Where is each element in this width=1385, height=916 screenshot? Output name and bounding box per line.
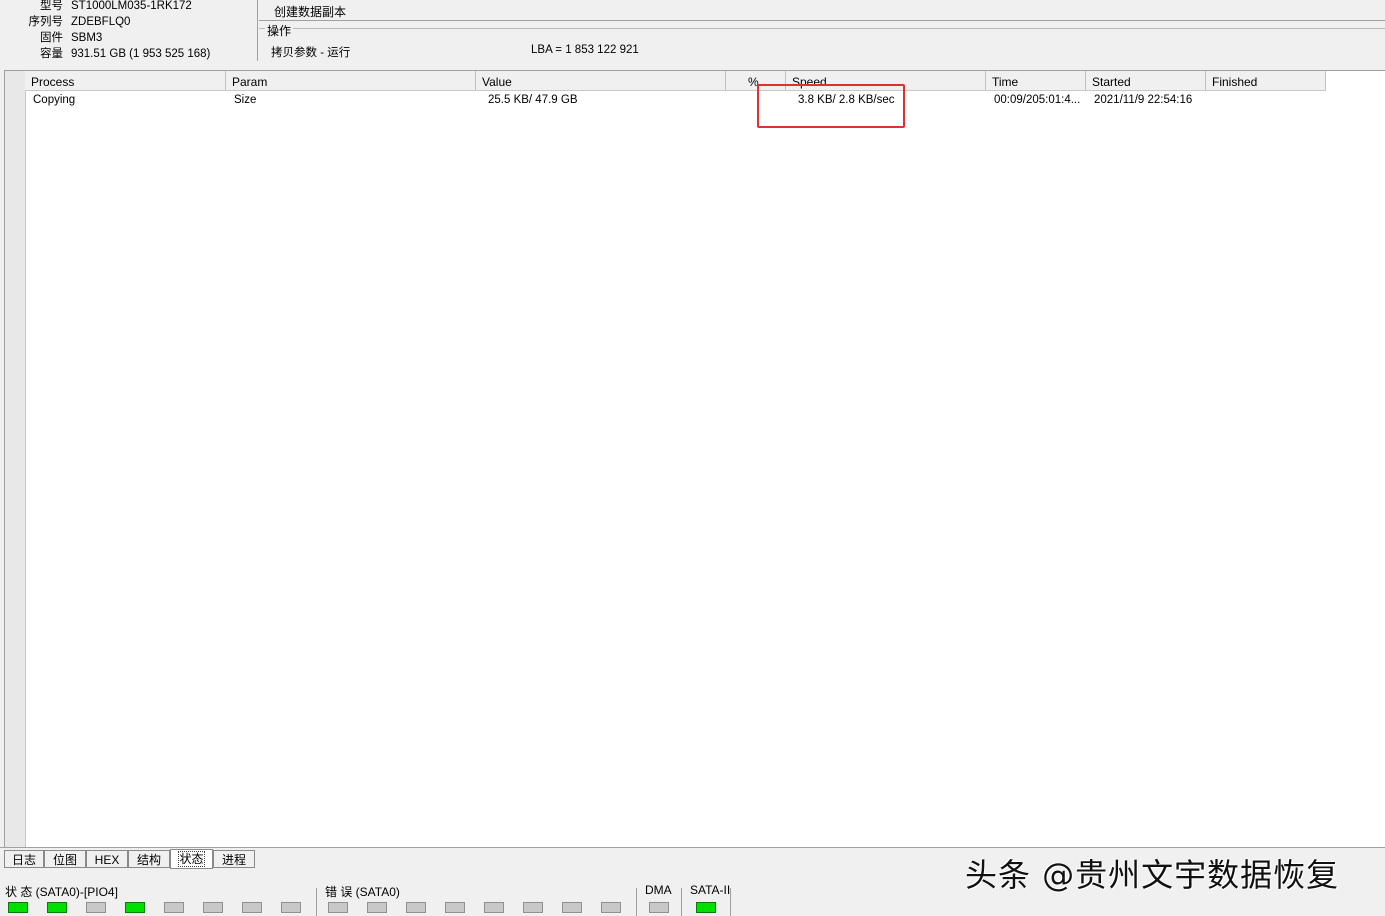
column-header-started[interactable]: Started: [1086, 71, 1206, 90]
group-separator: [730, 888, 731, 916]
table-row[interactable]: Copying Size 25.5 KB/ 47.9 GB 3.8 KB/ 2.…: [25, 91, 1326, 109]
tab-log[interactable]: 日志: [4, 850, 44, 868]
cell-finished: [1206, 91, 1326, 109]
error-led: [406, 902, 426, 913]
info-value: 931.51 GB (1 953 525 168): [71, 48, 211, 60]
operation-group-label: 操作: [265, 22, 294, 39]
lba-readout: LBA = 1 853 122 921: [531, 44, 639, 56]
operation-status: 拷贝参数 - 运行: [271, 47, 351, 59]
info-label: 固件: [40, 32, 63, 44]
speed-highlight-box: [757, 84, 905, 128]
error-led: [562, 902, 582, 913]
info-label: 容量: [40, 48, 63, 60]
tab-process[interactable]: 进程: [213, 850, 255, 868]
dma-led: [649, 902, 669, 913]
info-value: ST1000LM035-1RK172: [71, 0, 192, 12]
process-table[interactable]: Process Param Value % Speed Time Started…: [4, 70, 1385, 847]
operation-title-box: 创建数据副本: [259, 0, 1385, 21]
column-header-param[interactable]: Param: [226, 71, 476, 90]
tab-label: HEX: [94, 853, 120, 867]
column-header-time[interactable]: Time: [986, 71, 1086, 90]
tab-label: 进程: [221, 853, 246, 867]
tab-hex[interactable]: HEX: [86, 850, 128, 868]
column-header-finished[interactable]: Finished: [1206, 71, 1326, 90]
column-header-process[interactable]: Process: [25, 71, 226, 90]
watermark: 头条 @贵州文宇数据恢复: [965, 856, 1340, 894]
tab-structure[interactable]: 结构: [128, 850, 170, 868]
table-header: Process Param Value % Speed Time Started…: [25, 71, 1326, 91]
dma-group-label: DMA: [645, 883, 672, 897]
error-led: [523, 902, 543, 913]
tab-label: 位图: [52, 853, 77, 867]
cell-value: 25.5 KB/ 47.9 GB: [488, 94, 578, 106]
info-value: ZDEBFLQ0: [71, 16, 131, 28]
column-header-value[interactable]: Value: [476, 71, 726, 90]
error-led: [367, 902, 387, 913]
error-group-label: 错 误 (SATA0): [325, 883, 400, 900]
operation-panel: 创建数据副本 操作 拷贝参数 - 运行 LBA = 1 853 122 921: [259, 0, 1385, 61]
info-value: SBM3: [71, 32, 103, 44]
state-led: [125, 902, 145, 913]
tab-label: 日志: [11, 853, 36, 867]
row-gutter: [5, 71, 26, 847]
cell-process: Copying: [33, 94, 76, 106]
info-label: 序列号: [28, 16, 64, 28]
state-led: [281, 902, 301, 913]
group-separator: [636, 888, 637, 916]
error-led: [328, 902, 348, 913]
state-led: [203, 902, 223, 913]
cell-started: 2021/11/9 22:54:16: [1094, 94, 1193, 106]
state-group-label: 状 态 (SATA0)-[PIO4]: [5, 883, 118, 900]
info-row-capacity: 容量 931.51 GB (1 953 525 168): [0, 46, 257, 62]
tab-status[interactable]: 状态: [170, 849, 213, 869]
info-row-serial: 序列号 ZDEBFLQ0: [0, 14, 257, 30]
cell-param: Size: [234, 94, 257, 106]
cell-time: 00:09/205:01:4...: [994, 94, 1081, 106]
info-row-model: 型号 ST1000LM035-1RK172: [0, 0, 257, 14]
tab-label: 结构: [136, 853, 161, 867]
state-led: [164, 902, 184, 913]
tab-label: 状态: [178, 851, 205, 867]
sata-led: [696, 902, 716, 913]
state-led: [8, 902, 28, 913]
state-led: [242, 902, 262, 913]
group-separator: [681, 888, 682, 916]
error-led: [601, 902, 621, 913]
info-label: 型号: [40, 0, 63, 12]
tab-bitmap[interactable]: 位图: [44, 850, 86, 868]
error-led: [445, 902, 465, 913]
device-info-panel: 型号 ST1000LM035-1RK172 序列号 ZDEBFLQ0 固件 SB…: [0, 0, 258, 61]
info-row-firmware: 固件 SBM3: [0, 30, 257, 46]
group-separator: [316, 888, 317, 916]
operation-title: 创建数据副本: [274, 5, 347, 19]
operation-group: 操作 拷贝参数 - 运行 LBA = 1 853 122 921: [259, 22, 1385, 62]
error-led: [484, 902, 504, 913]
state-led: [86, 902, 106, 913]
state-led: [47, 902, 67, 913]
sata-group-label: SATA-II: [690, 883, 731, 897]
